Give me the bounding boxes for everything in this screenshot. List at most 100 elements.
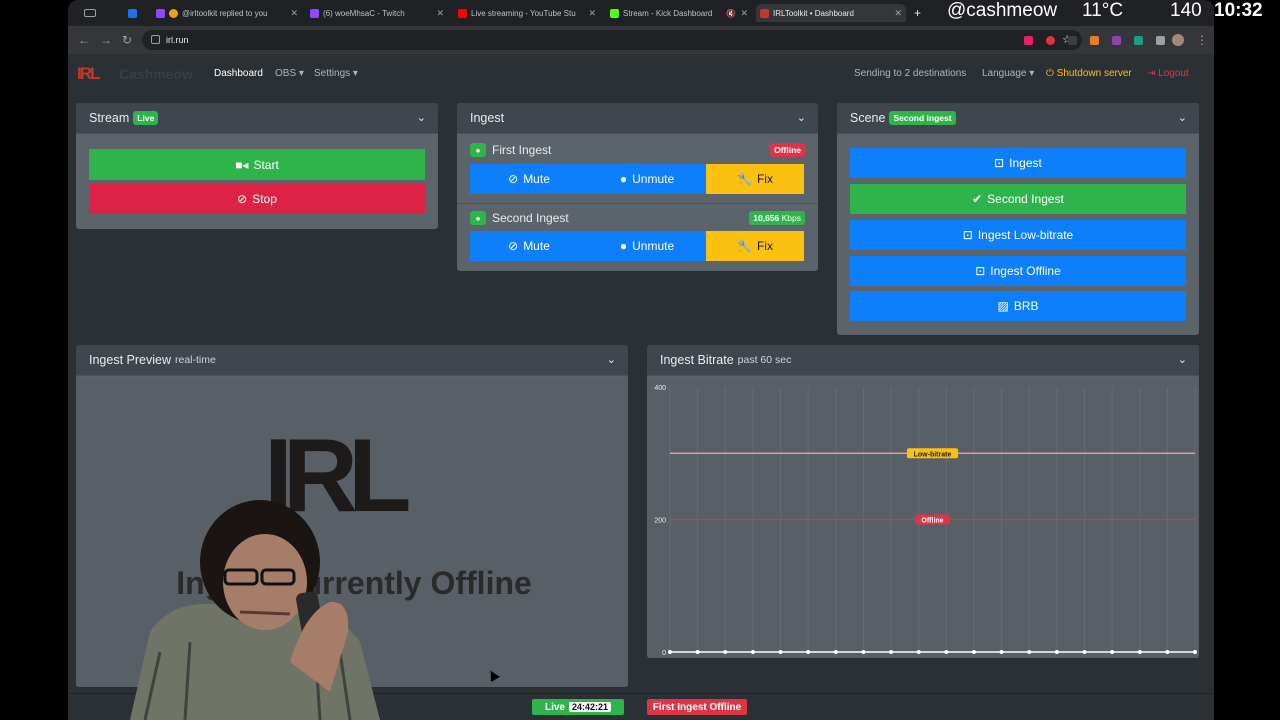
extensions-puzzle-icon[interactable] (1156, 36, 1165, 45)
stream-card-header[interactable]: Stream Live ⌄ (76, 103, 438, 134)
tab-label: (6) woeMhsaC - Twitch (323, 8, 405, 18)
address-bar[interactable]: irl.run ☆ (142, 30, 1082, 50)
new-tab-button[interactable]: + (910, 4, 926, 22)
scene-low-bitrate-button[interactable]: ⊡ Ingest Low-bitrate (850, 220, 1186, 250)
back-icon[interactable]: ← (78, 33, 90, 47)
microphone-slash-icon: ⊘ (508, 239, 519, 253)
nav-obs-dropdown[interactable]: OBS ▾ (275, 68, 304, 79)
profile-avatar[interactable] (1172, 34, 1184, 46)
url-text: irl.run (166, 35, 189, 45)
site-info-icon[interactable] (151, 35, 160, 44)
current-scene-badge: Second Ingest (889, 111, 956, 125)
bitrate-card-header[interactable]: Ingest Bitrate past 60 sec ⌄ (647, 345, 1199, 376)
notification-icon (169, 8, 178, 18)
tab-twitch[interactable]: (6) woeMhsaC - Twitch ✕ (306, 4, 448, 22)
ingest-name: Second Ingest (492, 211, 569, 225)
fix-button[interactable]: 🔧 Fix (706, 164, 804, 194)
bitrate-data-point (806, 650, 811, 654)
chevron-down-icon[interactable]: ⌄ (797, 111, 806, 124)
bitrate-data-point (695, 650, 700, 654)
unmute-button[interactable]: ● Unmute (588, 231, 706, 261)
close-tab-icon[interactable]: ✕ (740, 8, 748, 19)
tab-search-icon (84, 9, 96, 17)
mute-tab-icon[interactable]: 🔇 (726, 9, 736, 18)
y-tick-label: 0 (662, 650, 666, 657)
mute-label: Mute (523, 239, 550, 253)
microphone-icon: ● (619, 239, 628, 253)
scene-ingest-button[interactable]: ⊡ Ingest (850, 148, 1186, 178)
ingest-card-header[interactable]: Ingest ⌄ (457, 103, 818, 134)
shutdown-server-link[interactable]: ⏻ Shutdown server (1046, 68, 1132, 79)
extension-icon[interactable] (1090, 36, 1099, 45)
extension-icon[interactable] (1024, 36, 1033, 45)
scene-brb-button[interactable]: ▨ BRB (850, 291, 1186, 321)
card-subtitle: past 60 sec (737, 354, 792, 366)
ingest-bitrate-badge: 10,656 Kbps (749, 211, 805, 225)
tab-irltoolkit[interactable]: IRLToolkit • Dashboard ✕ (756, 4, 906, 22)
tab-youtube[interactable]: Live streaming - YouTube Stu ✕ (454, 4, 600, 22)
bitrate-data-point (1165, 650, 1170, 654)
nav-dashboard[interactable]: Dashboard (214, 68, 263, 79)
unmute-label: Unmute (632, 172, 675, 186)
mute-button[interactable]: ⊘ Mute (470, 164, 588, 194)
scene-card-header[interactable]: Scene Second Ingest ⌄ (837, 103, 1199, 134)
bitrate-data-point (861, 650, 866, 654)
close-tab-icon[interactable]: ✕ (588, 8, 596, 19)
extension-icon[interactable] (1112, 36, 1121, 45)
scene-label: Ingest Offline (990, 264, 1061, 278)
mute-label: Mute (523, 172, 550, 186)
top-navbar: IRL Cashmeow Dashboard OBS ▾ Settings ▾ … (68, 54, 1214, 94)
first-ingest-row: ● First Ingest (470, 143, 551, 157)
tab-kick[interactable]: Stream - Kick Dashboard 🔇 ✕ (606, 4, 752, 22)
mute-button[interactable]: ⊘ Mute (470, 231, 588, 261)
robot-icon: ⊡ (962, 228, 973, 242)
chevron-down-icon[interactable]: ⌄ (1178, 111, 1187, 124)
chevron-down-icon[interactable]: ⌄ (417, 111, 426, 124)
extension-icon[interactable] (1046, 36, 1055, 45)
chevron-down-icon[interactable]: ⌄ (607, 353, 616, 366)
close-tab-icon[interactable]: ✕ (436, 8, 444, 19)
tab-label: IRLToolkit • Dashboard (773, 8, 854, 18)
browser-menu-icon[interactable]: ⋮ (1196, 33, 1208, 47)
bitrate-data-point (1137, 650, 1142, 654)
video-slash-icon: ⊘ (237, 192, 248, 206)
language-dropdown[interactable]: Language ▾ (982, 68, 1034, 79)
fix-button[interactable]: 🔧 Fix (706, 231, 804, 261)
microphone-icon: ● (470, 143, 486, 157)
bitrate-chart: 0 200 400 Low-bitrate Offline (647, 377, 1199, 658)
close-tab-icon[interactable]: ✕ (894, 8, 902, 19)
tab-search-button[interactable] (80, 4, 110, 22)
tab-label: @irltoolkit replied to you (182, 8, 268, 18)
image-icon: ▨ (997, 299, 1009, 313)
preview-card-header[interactable]: Ingest Preview real-time ⌄ (76, 345, 628, 376)
forward-icon[interactable]: → (100, 33, 112, 47)
stop-stream-button[interactable]: ⊘ Stop (89, 184, 425, 214)
unmute-button[interactable]: ● Unmute (588, 164, 706, 194)
nav-settings-dropdown[interactable]: Settings ▾ (314, 68, 358, 79)
scene-second-ingest-button[interactable]: ✔ Second Ingest (850, 184, 1186, 214)
irl-logo[interactable]: IRL (77, 64, 109, 84)
extension-icon[interactable] (1068, 36, 1077, 45)
close-tab-icon[interactable]: ✕ (290, 8, 298, 19)
threshold-label: Offline (921, 518, 943, 525)
tab-pinned[interactable] (124, 4, 142, 22)
twitch-icon (310, 8, 319, 18)
extension-icon[interactable] (1134, 36, 1143, 45)
chevron-down-icon[interactable]: ⌄ (1178, 353, 1187, 366)
video-camera-icon: ■◂ (235, 157, 249, 172)
ingest-alert-badge: First Ingest Offline (647, 699, 747, 715)
start-stream-button[interactable]: ■◂ Start (89, 149, 425, 180)
tab-label: Live streaming - YouTube Stu (471, 8, 576, 18)
scene-label: BRB (1013, 299, 1039, 313)
scene-offline-button[interactable]: ⊡ Ingest Offline (850, 256, 1186, 286)
reload-icon[interactable]: ↻ (122, 33, 132, 47)
logout-link[interactable]: ⇥ Logout (1147, 68, 1189, 79)
live-status-badge: Live 24:42:21 (532, 699, 624, 715)
stream-overlay: @cashmeow 11°C 140 10:32 (940, 0, 1280, 22)
pinned-tab-icon (128, 8, 137, 18)
second-ingest-row: ● Second Ingest (470, 211, 569, 225)
bitrate-chart-svg: 0 200 400 Low-bitrate Offline (654, 385, 1197, 657)
overlay-number: 140 (1170, 0, 1202, 21)
brand-name[interactable]: Cashmeow (119, 66, 193, 82)
tab-twitter[interactable]: @irltoolkit replied to you ✕ (152, 4, 302, 22)
